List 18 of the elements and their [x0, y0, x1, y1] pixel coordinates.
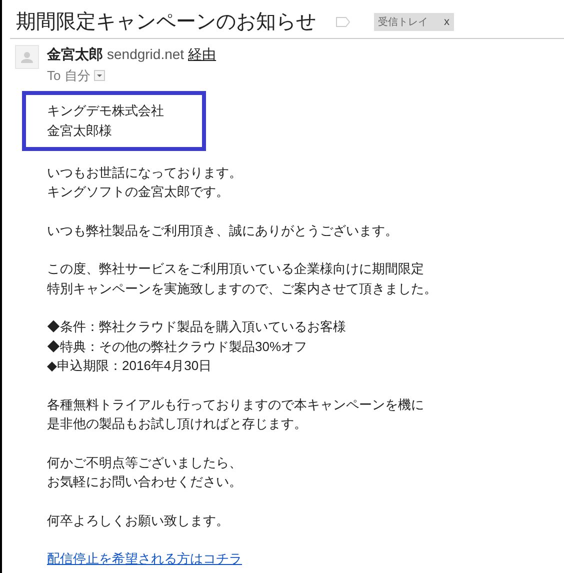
body-paragraph: 何かご不明点等ございましたら、 お気軽にお問い合わせください。: [47, 454, 242, 491]
email-subject: 期間限定キャンペーンのお知らせ: [16, 10, 316, 35]
sender-domain: sendgrid.net: [107, 45, 184, 63]
remove-label-button[interactable]: x: [444, 16, 450, 28]
sender-name: 金宮太郎: [47, 45, 103, 63]
unsubscribe-link[interactable]: 配信停止を希望される方はコチラ: [47, 549, 242, 568]
dropdown-icon[interactable]: [94, 70, 106, 82]
body-paragraph: いつも弊社製品をご利用頂き、誠にありがとうございます。: [47, 222, 398, 240]
body-paragraph: いつもお世話になっております。 キングソフトの金宮太郎です。: [47, 164, 242, 201]
avatar-icon: [15, 45, 39, 69]
body-paragraph: ◆条件：弊社クラウド製品を購入頂いているお客様 ◆特典：その他の弊社クラウド製品30%オフ ◆申込期限：2016年4月30日: [47, 318, 346, 375]
body-paragraph: 何卒よろしくお願い致します。: [47, 512, 229, 530]
recipient-text: To 自分: [47, 67, 90, 85]
body-paragraph: 各種無料トライアルも行っておりますので本キャンペーンを機に 是非他の製品もお試し頂ければと存じます。: [47, 396, 424, 433]
address-block: キングデモ株式会社 金宮太郎様: [22, 90, 206, 150]
via-link[interactable]: 経由: [188, 45, 216, 63]
body-paragraph: この度、弊社サービスをご利用頂いている企業様向けに期間限定 特別キャンペーンを実施致しますので、ご案内させて頂きました。: [47, 260, 437, 298]
label-text: 受信トレイ: [378, 16, 428, 30]
